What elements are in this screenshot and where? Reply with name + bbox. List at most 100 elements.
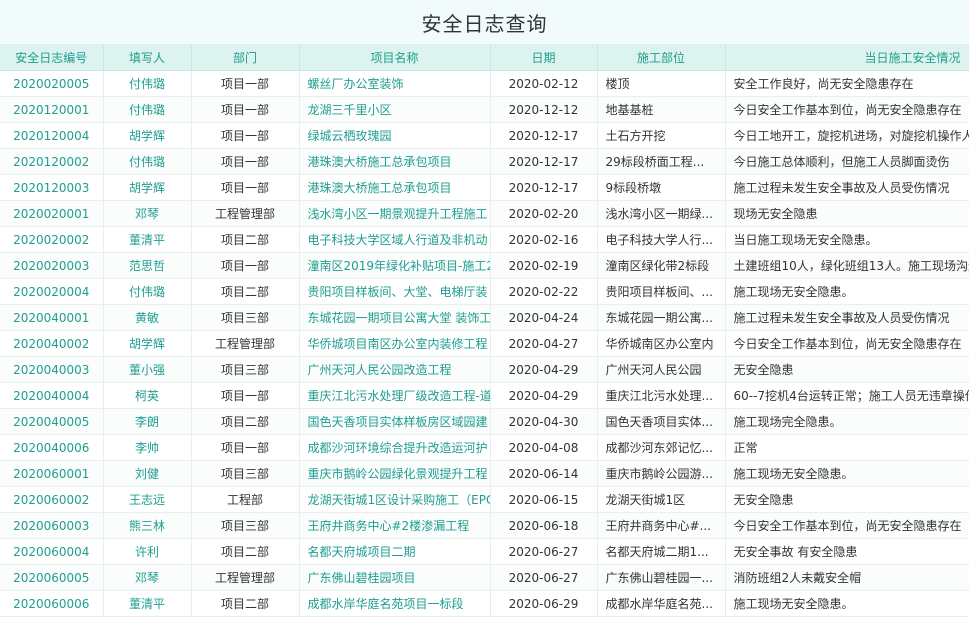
cell-project-name[interactable]: 贵阳项目样板间、大堂、电梯厅装 <box>299 278 491 305</box>
table-row[interactable]: 2020060002 王志远 工程部 龙湖天街城1区设计采购施工（EPC 2020-06… <box>0 486 969 513</box>
table-row[interactable]: 2020120002 付伟璐 项目一部 港珠澳大桥施工总承包项目 2020-12-17 2… <box>0 148 969 175</box>
cell-department: 项目一部 <box>191 174 300 201</box>
cell-safety-status: 施工现场无安全隐患。 <box>725 278 969 305</box>
cell-log-id[interactable]: 2020120003 <box>0 174 104 201</box>
cell-project-name[interactable]: 成都水岸华庭名苑项目一标段 <box>299 590 491 617</box>
column-header-safety-status[interactable]: 当日施工安全情况 <box>725 45 969 71</box>
cell-project-name[interactable]: 龙湖三千里小区 <box>299 96 491 123</box>
column-header-project-name[interactable]: 项目名称 <box>299 45 491 71</box>
table-row[interactable]: 2020020001 邓琴 工程管理部 浅水湾小区一期景观提升工程施工 2020-02-… <box>0 200 969 227</box>
cell-log-id[interactable]: 2020040004 <box>0 382 104 409</box>
cell-construction-part: 29标段桥面工程... <box>597 148 726 175</box>
table-row[interactable]: 2020060006 董清平 项目二部 成都水岸华庭名苑项目一标段 2020-06-29… <box>0 590 969 617</box>
column-header-construction-part[interactable]: 施工部位 <box>597 45 726 71</box>
cell-writer: 董清平 <box>103 590 192 617</box>
cell-project-name[interactable]: 重庆江北污水处理厂级改造工程-道 <box>299 382 491 409</box>
cell-log-id[interactable]: 2020120004 <box>0 122 104 149</box>
cell-project-name[interactable]: 东城花园一期项目公寓大堂 装饰工 <box>299 304 491 331</box>
cell-log-id[interactable]: 2020060005 <box>0 564 104 591</box>
table-row[interactable]: 2020040003 董小强 项目三部 广州天河人民公园改造工程 2020-04-29 广… <box>0 356 969 383</box>
cell-log-id[interactable]: 2020060002 <box>0 486 104 513</box>
cell-log-id[interactable]: 2020020004 <box>0 278 104 305</box>
cell-date: 2020-04-29 <box>490 356 598 383</box>
cell-project-name[interactable]: 华侨城项目南区办公室内装修工程 <box>299 330 491 357</box>
cell-safety-status: 安全工作良好，尚无安全隐患存在 <box>725 70 969 97</box>
cell-writer: 李帅 <box>103 434 192 461</box>
table-row[interactable]: 2020060004 许利 项目二部 名都天府城项目二期 2020-06-27 名都天府城… <box>0 538 969 565</box>
cell-writer: 黄敏 <box>103 304 192 331</box>
table-row[interactable]: 2020020003 范思哲 项目一部 潼南区2019年绿化补贴项目-施工2 2020-… <box>0 252 969 279</box>
cell-date: 2020-02-20 <box>490 200 598 227</box>
cell-department: 项目一部 <box>191 148 300 175</box>
table-row[interactable]: 2020120001 付伟璐 项目一部 龙湖三千里小区 2020-12-12 地基基桩 今日… <box>0 96 969 123</box>
cell-safety-status: 当日施工现场无安全隐患。 <box>725 226 969 253</box>
cell-date: 2020-06-14 <box>490 460 598 487</box>
cell-date: 2020-04-27 <box>490 330 598 357</box>
cell-safety-status: 今日安全工作基本到位，尚无安全隐患存在 <box>725 96 969 123</box>
cell-safety-status: 施工现场无安全隐患。 <box>725 590 969 617</box>
column-header-department[interactable]: 部门 <box>191 45 300 71</box>
column-header-writer[interactable]: 填写人 <box>103 45 192 71</box>
cell-log-id[interactable]: 2020040003 <box>0 356 104 383</box>
cell-safety-status: 施工现场无安全隐患。 <box>725 460 969 487</box>
cell-project-name[interactable]: 浅水湾小区一期景观提升工程施工 <box>299 200 491 227</box>
cell-project-name[interactable]: 港珠澳大桥施工总承包项目 <box>299 174 491 201</box>
table-row[interactable]: 2020060001 刘健 项目三部 重庆市鹅岭公园绿化景观提升工程 2020-06-1… <box>0 460 969 487</box>
cell-construction-part: 王府井商务中心#... <box>597 512 726 539</box>
cell-log-id[interactable]: 2020020001 <box>0 200 104 227</box>
cell-project-name[interactable]: 名都天府城项目二期 <box>299 538 491 565</box>
cell-project-name[interactable]: 电子科技大学区域人行道及非机动 <box>299 226 491 253</box>
cell-log-id[interactable]: 2020020002 <box>0 226 104 253</box>
cell-project-name[interactable]: 王府井商务中心#2楼渗漏工程 <box>299 512 491 539</box>
table-row[interactable]: 2020060003 熊三林 项目三部 王府井商务中心#2楼渗漏工程 2020-06-1… <box>0 512 969 539</box>
table-row[interactable]: 2020040004 柯英 项目一部 重庆江北污水处理厂级改造工程-道 2020-04-… <box>0 382 969 409</box>
cell-date: 2020-04-30 <box>490 408 598 435</box>
cell-log-id[interactable]: 2020040005 <box>0 408 104 435</box>
cell-project-name[interactable]: 龙湖天街城1区设计采购施工（EPC <box>299 486 491 513</box>
cell-date: 2020-12-17 <box>490 122 598 149</box>
column-header-date[interactable]: 日期 <box>490 45 598 71</box>
safety-log-page: 安全日志查询 安全日志编号 填写人 部门 项目名称 日期 施工部位 当日施工安全情况 202… <box>0 0 969 618</box>
cell-project-name[interactable]: 成都沙河环境综合提升改造运河护 <box>299 434 491 461</box>
cell-project-name[interactable]: 螺丝厂办公室装饰 <box>299 70 491 97</box>
cell-date: 2020-12-12 <box>490 96 598 123</box>
table-row[interactable]: 2020020004 付伟璐 项目二部 贵阳项目样板间、大堂、电梯厅装 2020-02-… <box>0 278 969 305</box>
table-row[interactable]: 2020040001 黄敏 项目三部 东城花园一期项目公寓大堂 装饰工 2020-04-… <box>0 304 969 331</box>
cell-project-name[interactable]: 广东佛山碧桂园项目 <box>299 564 491 591</box>
table-row[interactable]: 2020020005 付伟璐 项目一部 螺丝厂办公室装饰 2020-02-12 楼顶 安全工… <box>0 70 969 97</box>
cell-log-id[interactable]: 2020060006 <box>0 590 104 617</box>
cell-log-id[interactable]: 2020020003 <box>0 252 104 279</box>
cell-log-id[interactable]: 2020060003 <box>0 512 104 539</box>
cell-log-id[interactable]: 2020060001 <box>0 460 104 487</box>
cell-project-name[interactable]: 重庆市鹅岭公园绿化景观提升工程 <box>299 460 491 487</box>
table-row[interactable]: 2020020002 董清平 项目二部 电子科技大学区域人行道及非机动 2020-02-… <box>0 226 969 253</box>
table-row[interactable]: 2020060005 邓琴 工程管理部 广东佛山碧桂园项目 2020-06-27 广东佛山… <box>0 564 969 591</box>
cell-log-id[interactable]: 2020040006 <box>0 434 104 461</box>
cell-project-name[interactable]: 绿城云栖玫瑰园 <box>299 122 491 149</box>
table-row[interactable]: 2020040006 李帅 项目一部 成都沙河环境综合提升改造运河护 2020-04-0… <box>0 434 969 461</box>
column-header-log-id[interactable]: 安全日志编号 <box>0 45 104 71</box>
cell-project-name[interactable]: 潼南区2019年绿化补贴项目-施工2 <box>299 252 491 279</box>
cell-safety-status: 土建班组10人，绿化班组13人。施工现场沟通 <box>725 252 969 279</box>
cell-project-name[interactable]: 国色天香项目实体样板房区域园建 <box>299 408 491 435</box>
cell-project-name[interactable]: 港珠澳大桥施工总承包项目 <box>299 148 491 175</box>
cell-construction-part: 重庆江北污水处理... <box>597 382 726 409</box>
table-row[interactable]: 2020040002 胡学辉 工程管理部 华侨城项目南区办公室内装修工程 2020-04… <box>0 330 969 357</box>
cell-writer: 邓琴 <box>103 200 192 227</box>
cell-log-id[interactable]: 2020120001 <box>0 96 104 123</box>
title-bar: 安全日志查询 <box>0 0 969 45</box>
cell-log-id[interactable]: 2020020005 <box>0 70 104 97</box>
cell-writer: 王志远 <box>103 486 192 513</box>
cell-log-id[interactable]: 2020040002 <box>0 330 104 357</box>
table-row[interactable]: 2020120003 胡学辉 项目一部 港珠澳大桥施工总承包项目 2020-12-17 9… <box>0 174 969 201</box>
cell-log-id[interactable]: 2020120002 <box>0 148 104 175</box>
cell-log-id[interactable]: 2020060004 <box>0 538 104 565</box>
cell-project-name[interactable]: 广州天河人民公园改造工程 <box>299 356 491 383</box>
cell-construction-part: 浅水湾小区一期绿... <box>597 200 726 227</box>
cell-department: 项目一部 <box>191 252 300 279</box>
cell-safety-status: 消防班组2人未戴安全帽 <box>725 564 969 591</box>
table-row[interactable]: 2020120004 胡学辉 项目一部 绿城云栖玫瑰园 2020-12-17 土石方开挖今… <box>0 122 969 149</box>
cell-log-id[interactable]: 2020040001 <box>0 304 104 331</box>
table-row[interactable]: 2020040005 李朗 项目二部 国色天香项目实体样板房区域园建 2020-04-3… <box>0 408 969 435</box>
cell-department: 项目一部 <box>191 434 300 461</box>
